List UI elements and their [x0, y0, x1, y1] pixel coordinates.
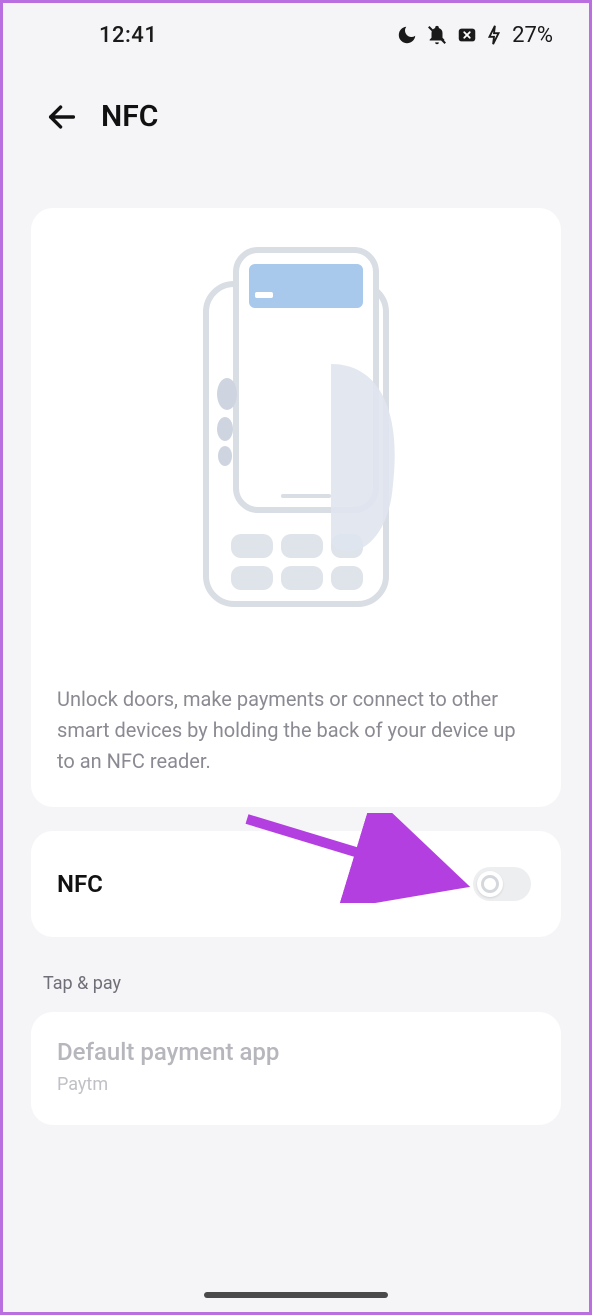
dnd-moon-icon — [396, 24, 418, 46]
phone-terminal-icon — [181, 244, 411, 614]
tap-pay-heading: Tap & pay — [43, 973, 549, 994]
page-title: NFC — [101, 99, 158, 134]
nfc-toggle-row[interactable]: NFC — [57, 857, 535, 911]
nfc-toggle-label: NFC — [57, 870, 103, 898]
nfc-illustration — [57, 244, 535, 614]
arrow-left-icon — [45, 100, 79, 134]
mute-bell-icon — [426, 24, 448, 46]
status-time: 12:41 — [39, 23, 157, 48]
status-icons: 27% — [396, 23, 553, 48]
nfc-intro-card: Unlock doors, make payments or connect t… — [31, 208, 561, 807]
gesture-bar — [204, 1292, 388, 1298]
default-payment-value: Paytm — [57, 1074, 535, 1095]
default-payment-card[interactable]: Default payment app Paytm — [31, 1012, 561, 1125]
page-header: NFC — [3, 59, 589, 148]
battery-saver-icon — [456, 24, 478, 46]
status-bar: 12:41 27% — [3, 3, 589, 59]
charging-bolt-icon — [486, 24, 502, 46]
nfc-description: Unlock doors, make payments or connect t… — [57, 684, 535, 777]
default-payment-label: Default payment app — [57, 1038, 535, 1066]
battery-percentage: 27% — [512, 23, 553, 48]
back-button[interactable] — [45, 100, 79, 134]
switch-thumb-icon — [477, 871, 503, 897]
nfc-toggle-card: NFC — [31, 831, 561, 937]
nfc-switch[interactable] — [473, 867, 531, 901]
